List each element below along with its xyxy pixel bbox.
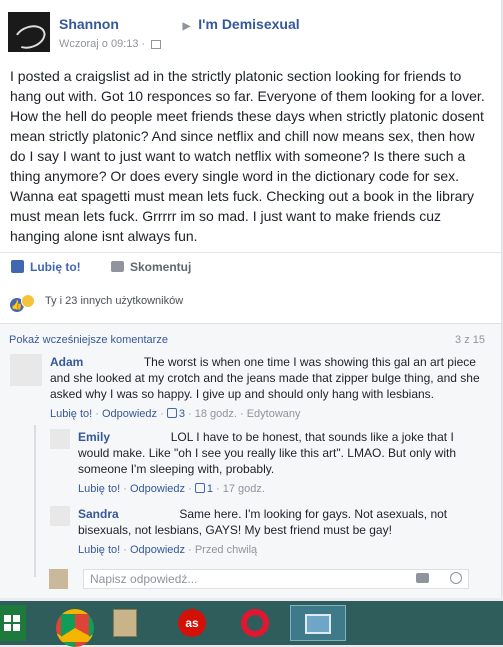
replier-avatar[interactable] <box>50 506 70 526</box>
edited-label[interactable]: Edytowany <box>247 408 301 420</box>
reply-time[interactable]: 17 godz. <box>223 483 265 495</box>
reply-actions: Lubię to! · Odpowiedz · Przed chwilą <box>78 544 258 556</box>
commenter-name[interactable]: Adam <box>50 355 83 369</box>
reply-like-link[interactable]: Lubię to! <box>78 483 120 495</box>
reply-reply-link[interactable]: Odpowiedz <box>130 544 185 556</box>
comment-button[interactable]: Skomentuj <box>111 260 191 274</box>
post-timestamp[interactable]: Wczoraj o 09:13 <box>59 38 138 50</box>
reply-input[interactable]: Napisz odpowiedź... <box>83 569 469 589</box>
comments-section: Pokaż wcześniejsze komentarze 3 z 15 Ada… <box>0 323 501 598</box>
taskbar-chrome[interactable] <box>50 605 94 647</box>
redacted-surname <box>122 509 177 518</box>
user-avatar <box>49 569 68 589</box>
group-name[interactable]: I'm Demisexual <box>198 16 299 32</box>
emoji-icon[interactable] <box>450 572 462 584</box>
taskbar-lastfm[interactable]: as <box>172 605 212 641</box>
like-count-icon <box>166 408 177 418</box>
reply-time[interactable]: Przed chwilą <box>195 544 257 556</box>
reply-actions: Lubię to! · Odpowiedz · 1 · 17 godz. <box>78 483 265 495</box>
reaction-icons: 👍 <box>10 294 35 312</box>
sad-reaction-icon <box>21 294 35 308</box>
windows-start-icon <box>4 615 20 631</box>
reactions-text[interactable]: Ty i 23 innych użytkowników <box>45 295 183 307</box>
reply-thread-line <box>34 425 36 577</box>
group-privacy-icon <box>151 39 162 49</box>
like-count-icon <box>194 483 205 493</box>
comment-label: Skomentuj <box>130 260 192 274</box>
comments-count: 3 z 15 <box>455 334 485 346</box>
replier-name[interactable]: Sandra <box>78 507 119 521</box>
reply-like-link[interactable]: Lubię to! <box>78 544 120 556</box>
reply: Emily LOL I have to be honest, that soun… <box>78 429 478 477</box>
windows-taskbar: as <box>0 601 503 647</box>
taskbar-opera[interactable] <box>235 605 275 641</box>
post-body: I posted a craigslist ad in the strictly… <box>10 68 485 244</box>
comment-icon <box>111 261 124 272</box>
taskbar-photos[interactable] <box>290 605 346 641</box>
reply: Sandra Same here. I'm looking for gays. … <box>78 506 478 538</box>
chrome-like-icon <box>56 609 94 647</box>
lastfm-icon: as <box>178 609 206 637</box>
comment: Adam The worst is when one time I was sh… <box>50 354 490 402</box>
comment-like-link[interactable]: Lubię to! <box>50 408 92 420</box>
redacted-surname <box>113 432 168 441</box>
like-label: Lubię to! <box>30 260 81 274</box>
show-previous-comments-link[interactable]: Pokaż wcześniejsze komentarze <box>9 334 168 346</box>
arrow-right-icon: ▶ <box>182 21 191 32</box>
thumbs-up-icon <box>11 260 24 273</box>
reply-reply-link[interactable]: Odpowiedz <box>130 483 185 495</box>
post-header: Shannon ▶ I'm Demisexual <box>59 16 300 32</box>
reactions-summary[interactable]: 👍 Ty i 23 innych użytkowników <box>0 286 501 316</box>
windows-start-button[interactable] <box>0 605 26 641</box>
taskbar-app[interactable] <box>105 605 145 641</box>
author-name[interactable]: Shannon <box>59 16 119 32</box>
reply-composer: Napisz odpowiedź... <box>49 569 469 589</box>
opera-icon <box>241 609 269 637</box>
replier-avatar[interactable] <box>50 429 70 449</box>
post-meta: Wczoraj o 09:13 · <box>59 38 162 50</box>
comment-actions: Lubię to! · Odpowiedz · 3 · 18 godz. · E… <box>50 408 301 420</box>
post-actions: Lubię to! Skomentuj <box>0 252 501 283</box>
redacted-surname <box>86 357 141 366</box>
redacted-surname <box>122 19 179 29</box>
photos-icon <box>305 614 331 634</box>
replier-name[interactable]: Emily <box>78 430 110 444</box>
camera-icon[interactable] <box>416 573 429 583</box>
folder-app-icon <box>113 609 137 637</box>
comment-time[interactable]: 18 godz. <box>195 408 237 420</box>
like-button[interactable]: Lubię to! <box>11 260 81 274</box>
commenter-avatar[interactable] <box>10 354 42 386</box>
facebook-post: Shannon ▶ I'm Demisexual Wczoraj o 09:13… <box>0 0 502 598</box>
author-avatar[interactable] <box>8 12 50 52</box>
comment-reply-link[interactable]: Odpowiedz <box>102 408 157 420</box>
